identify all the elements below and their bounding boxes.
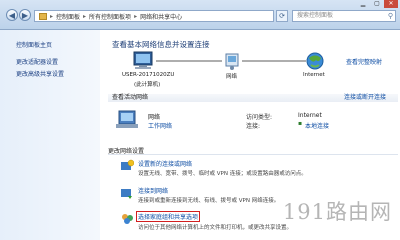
breadcrumb-item[interactable]: 控制面板 xyxy=(56,12,80,21)
search-icon: ⚲ xyxy=(387,12,393,20)
address-bar[interactable]: ▸ 控制面板 ▸ 所有控制面板项 ▸ 网络和共享中心 xyxy=(34,10,274,22)
network-icon xyxy=(225,53,239,70)
task-description: 连接到或重新连接到无线、有线、拨号或 VPN 网络连接。 xyxy=(138,198,280,204)
sidebar-item-advanced-sharing[interactable]: 更改高级共享设置 xyxy=(16,69,64,78)
forward-button[interactable]: ▶ xyxy=(19,9,31,21)
sidebar-item-adapter-settings[interactable]: 更改适配器设置 xyxy=(16,57,58,66)
setup-connection-link[interactable]: 设置新的连接或网络 xyxy=(138,159,192,168)
maximize-button[interactable]: ▢ xyxy=(370,0,384,8)
network-label: 网络 xyxy=(226,74,238,80)
chevron-right-icon: ▸ xyxy=(134,12,138,20)
connection-icon: ▪ xyxy=(298,120,303,127)
divider xyxy=(108,154,398,155)
new-connection-icon xyxy=(121,159,134,170)
close-button[interactable]: ✕ xyxy=(384,0,398,8)
active-network-name: 网络 xyxy=(148,114,161,121)
watermark: 191路由网 xyxy=(282,200,392,224)
chevron-right-icon: ▸ xyxy=(83,12,87,20)
task-description: 访问位于其他网络计算机上的文件和打印机，或更改共享设置。 xyxy=(138,225,293,231)
refresh-button[interactable]: ⟳ xyxy=(276,10,288,22)
sidebar: 控制面板主页 更改适配器设置 更改高级共享设置 xyxy=(0,30,100,240)
section-title: 查看活动网络 xyxy=(112,94,149,101)
access-type-label: 访问类型: xyxy=(246,114,273,121)
connect-network-icon xyxy=(121,189,132,199)
network-type-link[interactable]: 工作网络 xyxy=(148,121,172,130)
sidebar-item-home[interactable]: 控制面板主页 xyxy=(16,40,52,49)
internet-label: Internet xyxy=(303,72,325,78)
access-type-value: Internet xyxy=(298,112,322,119)
task-description: 设置无线、宽带、拨号、临时或 VPN 连接；或设置路由器或访问点。 xyxy=(138,171,307,177)
connect-disconnect-link[interactable]: 连接或断开连接 xyxy=(344,94,386,102)
work-network-icon xyxy=(116,110,138,128)
minimize-button[interactable]: ▁ xyxy=(356,0,370,8)
connect-to-network-link[interactable]: 连接到网络 xyxy=(138,186,168,195)
network-map xyxy=(133,51,324,70)
computer-icon xyxy=(133,51,153,69)
breadcrumb-item[interactable]: 所有控制面板项 xyxy=(89,12,131,21)
homegroup-sharing-link[interactable]: 选择家庭组和共享选项 xyxy=(136,211,201,222)
globe-icon xyxy=(306,52,324,70)
homegroup-icon xyxy=(122,214,133,224)
search-input[interactable]: 搜索控制面板 ⚲ xyxy=(292,10,396,22)
computer-name: USER-20171020ZU xyxy=(122,72,175,78)
breadcrumb-item[interactable]: 网络和共享中心 xyxy=(140,12,182,21)
search-placeholder: 搜索控制面板 xyxy=(297,12,334,19)
connections-label: 连接: xyxy=(246,123,261,130)
computer-subtitle: (此计算机) xyxy=(134,82,161,88)
back-button[interactable]: ◀ xyxy=(6,9,18,21)
folder-icon xyxy=(39,12,47,20)
chevron-right-icon: ▸ xyxy=(50,12,54,20)
title-bar: ◀ ▶ ▸ 控制面板 ▸ 所有控制面板项 ▸ 网络和共享中心 ⟳ 搜索控制面板 … xyxy=(0,0,400,30)
local-connection-link[interactable]: 本地连接 xyxy=(305,121,329,130)
